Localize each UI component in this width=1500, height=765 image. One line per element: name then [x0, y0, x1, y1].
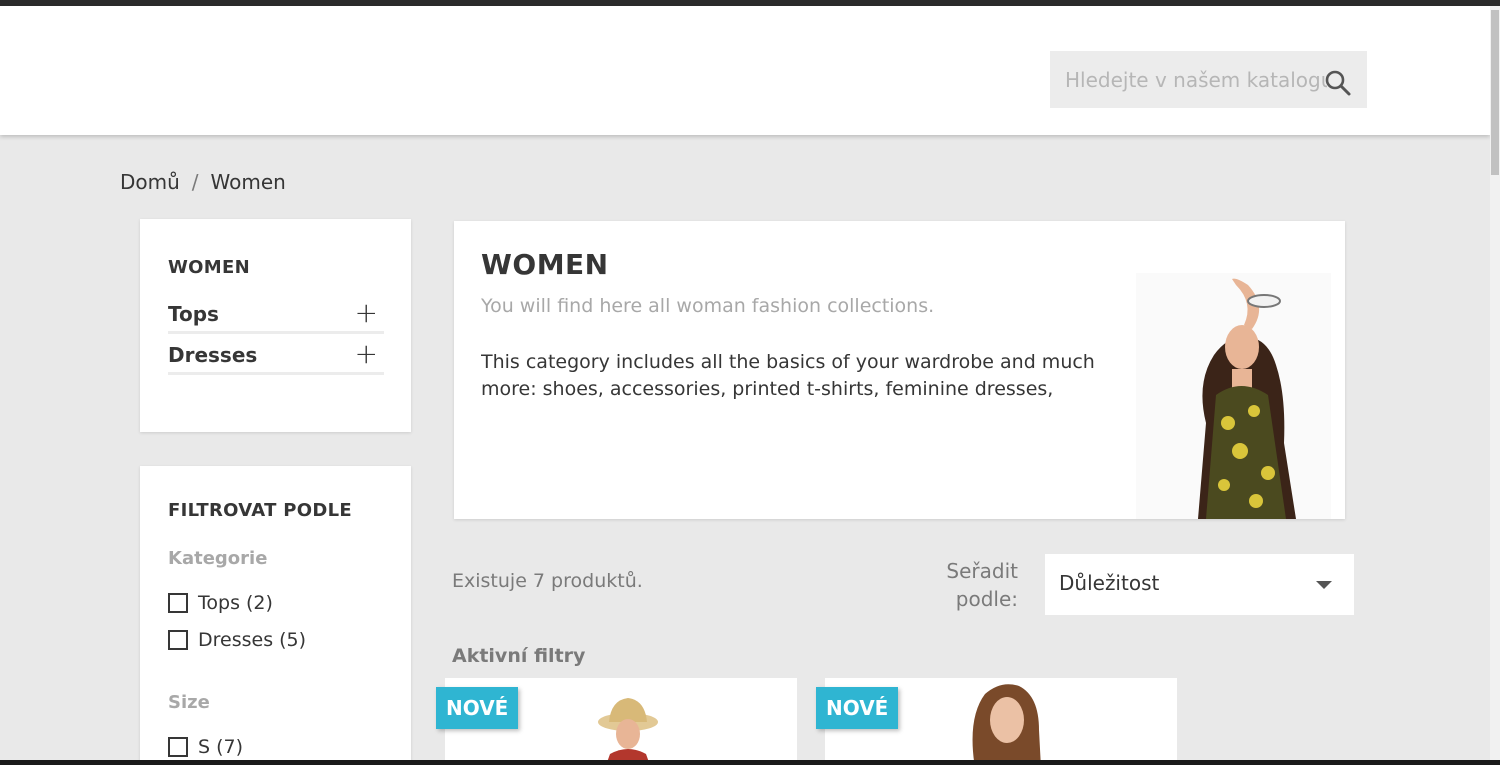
category-item-tops[interactable]: Tops +: [168, 296, 384, 334]
scrollbar-thumb[interactable]: [1491, 10, 1499, 175]
breadcrumb-current[interactable]: Women: [211, 170, 286, 194]
search-icon[interactable]: [1324, 69, 1352, 97]
filter-option-tops[interactable]: Tops (2): [168, 592, 273, 614]
filter-option-dresses[interactable]: Dresses (5): [168, 629, 306, 651]
category-description: This category includes all the basics of…: [481, 351, 1095, 400]
expand-plus-icon[interactable]: +: [355, 299, 378, 327]
category-item-label[interactable]: Tops: [168, 302, 219, 326]
category-item-label[interactable]: Dresses: [168, 343, 257, 367]
category-subtitle: You will find here all woman fashion col…: [481, 295, 935, 317]
category-tree-title: WOMEN: [168, 257, 250, 278]
filter-option-label: S (7): [198, 736, 244, 758]
checkbox[interactable]: [168, 593, 188, 613]
new-badge: NOVÉ: [436, 687, 519, 729]
caret-down-icon[interactable]: [1316, 581, 1332, 589]
category-item-dresses[interactable]: Dresses +: [168, 337, 384, 375]
filter-title: FILTROVAT PODLE: [168, 500, 352, 521]
category-cover-image: [1136, 273, 1331, 519]
filter-panel: FILTROVAT PODLE Kategorie Tops (2) Dress…: [140, 466, 411, 765]
breadcrumb: Domů / Women: [120, 170, 286, 194]
facet-title-size: Size: [168, 692, 210, 713]
category-tree-panel: WOMEN Tops + Dresses +: [140, 219, 411, 432]
sort-selected-value[interactable]: Důležitost: [1059, 571, 1159, 595]
checkbox[interactable]: [168, 737, 188, 757]
expand-plus-icon[interactable]: +: [355, 340, 378, 368]
search-input[interactable]: [1050, 51, 1327, 108]
filter-option-label: Dresses (5): [198, 629, 307, 651]
category-header: WOMEN You will find here all woman fashi…: [454, 221, 1345, 519]
category-title: WOMEN: [481, 248, 609, 281]
breadcrumb-home-link[interactable]: Domů: [120, 170, 180, 194]
filter-option-size-s[interactable]: S (7): [168, 736, 243, 758]
filter-option-label: Tops (2): [198, 592, 273, 614]
sort-dropdown[interactable]: Důležitost: [1045, 554, 1354, 615]
new-badge: NOVÉ: [816, 687, 899, 729]
search-widget: [1050, 51, 1367, 108]
sort-label: Seřadit podle:: [946, 559, 1018, 611]
os-taskbar: [0, 760, 1500, 765]
active-filters-heading: Aktivní filtry: [452, 645, 586, 667]
facet-title-category: Kategorie: [168, 548, 268, 569]
checkbox[interactable]: [168, 630, 188, 650]
product-count: Existuje 7 produktů.: [452, 570, 643, 592]
breadcrumb-separator: /: [191, 170, 199, 194]
